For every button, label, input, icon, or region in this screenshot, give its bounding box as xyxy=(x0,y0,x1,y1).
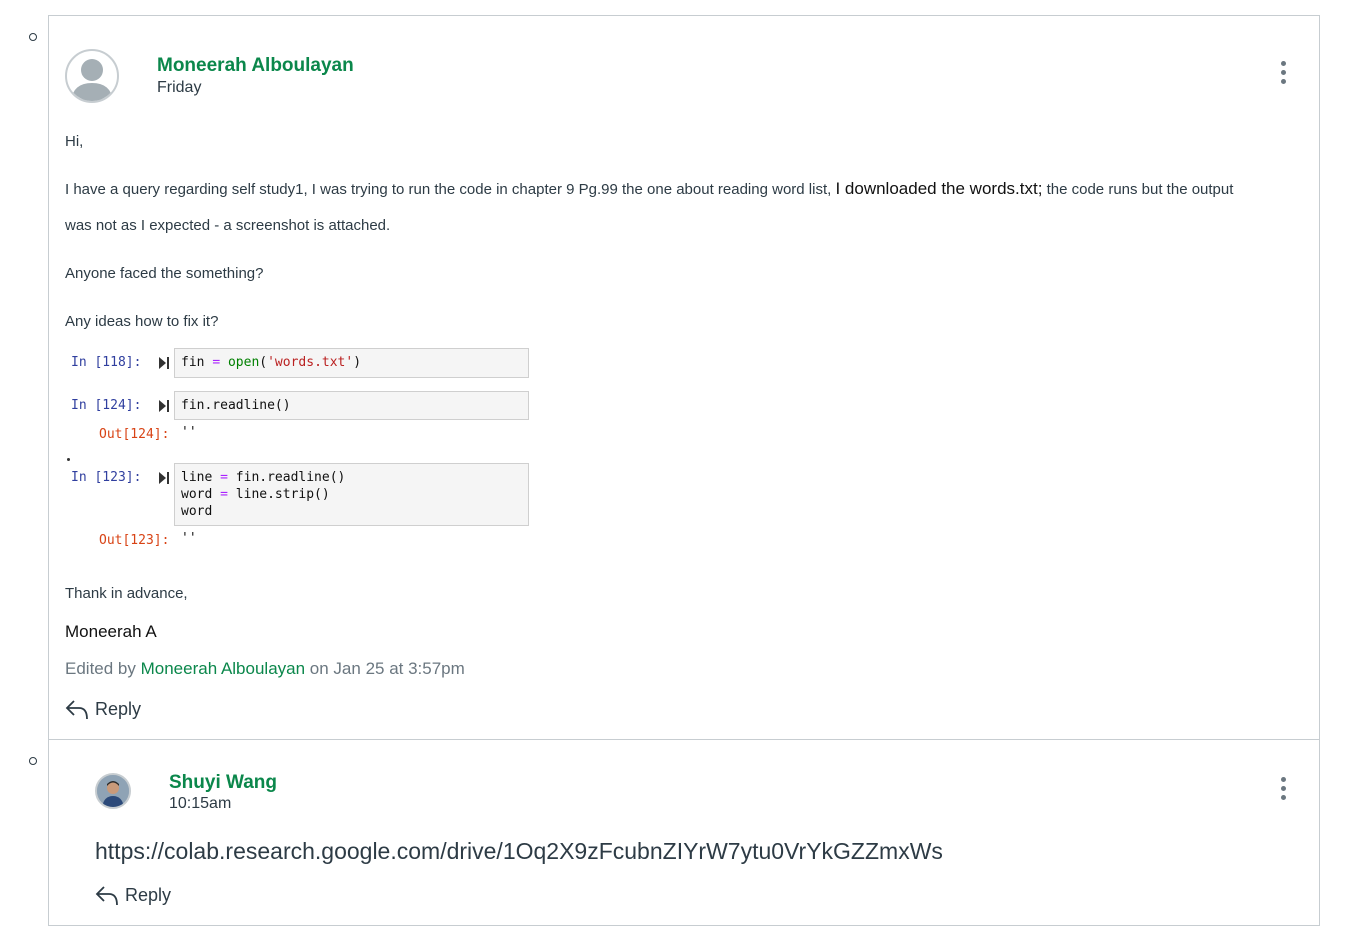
avatar-default[interactable] xyxy=(65,49,119,103)
list-bullet xyxy=(29,33,37,41)
reply-label: Reply xyxy=(125,884,172,905)
run-cell-icon xyxy=(159,357,169,369)
cell-output-label: Out[123]: xyxy=(99,533,170,548)
cell-input-label: In [123]: xyxy=(71,470,142,485)
question-text: Anyone faced the something? xyxy=(65,265,264,282)
body-text: I have a query regarding self study1, I … xyxy=(65,181,836,198)
body-line-2: was not as I expected - a screenshot is … xyxy=(65,217,391,234)
more-options-kebab-icon[interactable] xyxy=(1278,61,1288,87)
dot-mark xyxy=(67,458,70,461)
post-time: 10:15am xyxy=(169,795,232,812)
cell-output-value: '' xyxy=(181,531,197,546)
cell-output-label: Out[124]: xyxy=(99,427,170,442)
body-text: the code runs but the output xyxy=(1042,181,1234,198)
notebook-screenshot: In [118]: fin = open('words.txt') In [12… xyxy=(49,346,549,556)
code-cell: fin = open('words.txt') xyxy=(174,348,529,378)
reply-arrow-icon xyxy=(65,700,88,720)
edited-by-link[interactable]: Moneerah Alboulayan xyxy=(141,659,305,678)
closing-text: Thank in advance, xyxy=(65,585,188,602)
signature-text: Moneerah A xyxy=(65,622,157,641)
author-name[interactable]: Shuyi Wang xyxy=(169,772,277,794)
reply-button[interactable]: Reply xyxy=(65,698,141,720)
post-time: Friday xyxy=(157,79,202,96)
more-options-kebab-icon[interactable] xyxy=(1278,777,1288,803)
body-highlight: I downloaded the words.txt; xyxy=(835,179,1043,198)
code-cell: line = fin.readline() word = line.strip(… xyxy=(174,463,529,526)
cell-output-value: '' xyxy=(181,425,197,440)
discussion-reply-entry: Shuyi Wang 10:15am https://colab.researc… xyxy=(48,739,1320,926)
author-name[interactable]: Moneerah Alboulayan xyxy=(157,55,354,77)
cell-input-label: In [124]: xyxy=(71,398,142,413)
cell-input-label: In [118]: xyxy=(71,355,142,370)
code-cell: fin.readline() xyxy=(174,391,529,420)
reply-button[interactable]: Reply xyxy=(95,884,171,906)
edited-note: Edited by Moneerah Alboulayan on Jan 25 … xyxy=(65,659,465,679)
discussion-entry: Moneerah Alboulayan Friday Hi, I have a … xyxy=(48,15,1320,740)
body-line-1: I have a query regarding self study1, I … xyxy=(65,179,1233,199)
question-text: Any ideas how to fix it? xyxy=(65,313,219,330)
run-cell-icon xyxy=(159,472,169,484)
avatar-photo[interactable] xyxy=(95,773,131,809)
greeting-text: Hi, xyxy=(65,133,84,150)
reply-label: Reply xyxy=(95,698,142,719)
edited-suffix: on Jan 25 at 3:57pm xyxy=(305,659,465,678)
edited-prefix: Edited by xyxy=(65,659,141,678)
run-cell-icon xyxy=(159,400,169,412)
list-bullet xyxy=(29,757,37,765)
reply-arrow-icon xyxy=(95,886,118,906)
reply-link-text[interactable]: https://colab.research.google.com/drive/… xyxy=(95,838,943,865)
